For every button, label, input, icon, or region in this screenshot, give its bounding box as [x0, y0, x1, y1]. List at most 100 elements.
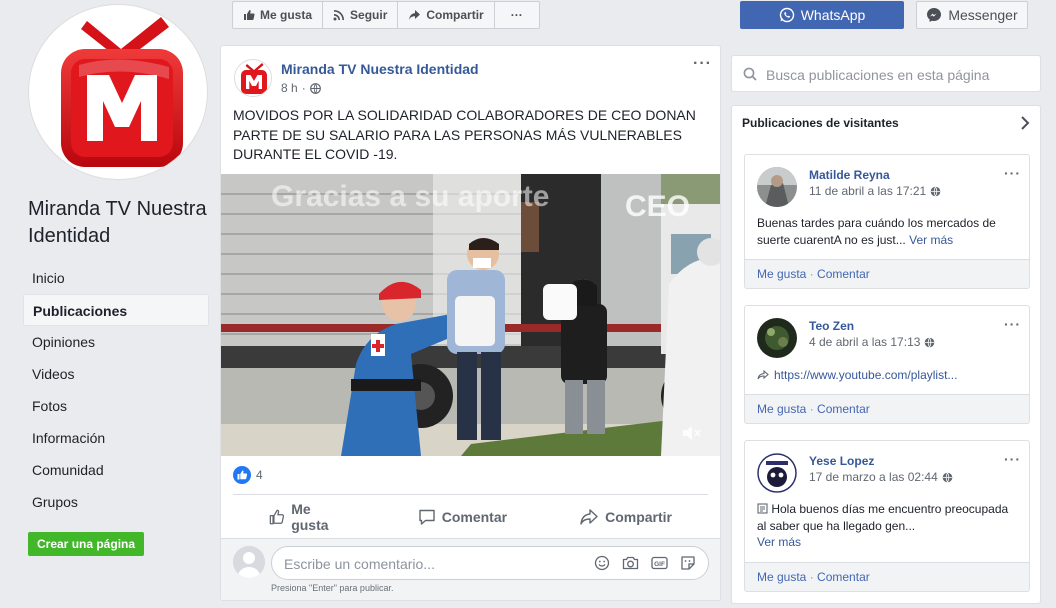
viewer-avatar: [233, 546, 265, 578]
sticker-icon[interactable]: [680, 555, 696, 571]
like-reaction-icon: [233, 466, 251, 484]
post-comment-button[interactable]: Comentar: [382, 501, 543, 533]
globe-icon: [930, 186, 941, 196]
nav-item-comunidad[interactable]: Comunidad: [23, 454, 209, 486]
page-more-button[interactable]: ···: [495, 2, 539, 28]
messenger-button[interactable]: Messenger: [916, 1, 1028, 29]
post-share-button[interactable]: Compartir: [543, 501, 708, 533]
post-reactions[interactable]: 4: [233, 466, 263, 484]
nav-item-opiniones[interactable]: Opiniones: [23, 326, 209, 358]
visitor-avatar[interactable]: [757, 318, 797, 358]
comment-input[interactable]: Escribe un comentario... GIF: [271, 546, 709, 580]
visitor-like-link[interactable]: Me gusta: [757, 402, 806, 416]
comment-enter-hint: Presiona "Enter" para publicar.: [271, 583, 394, 593]
visitor-post-options[interactable]: ···: [1004, 165, 1021, 181]
gif-icon[interactable]: GIF: [651, 555, 668, 571]
visitor-avatar[interactable]: [757, 167, 797, 207]
visitor-post-options[interactable]: ···: [1004, 316, 1021, 332]
visitor-post-body: Buenas tardes para cuándo los mercados d…: [757, 216, 996, 247]
globe-icon: [309, 82, 321, 94]
share-arrow-icon: [409, 10, 421, 20]
nav-item-grupos[interactable]: Grupos: [23, 486, 209, 518]
post-video[interactable]: Gracias a su aporte CEO: [221, 174, 720, 456]
post-like-label: Me gusta: [291, 501, 329, 533]
post-share-label: Compartir: [605, 509, 672, 525]
visitor-time-text: 11 de abril a las 17:21: [809, 184, 927, 198]
whatsapp-button[interactable]: WhatsApp: [740, 1, 904, 29]
avatar-photo-icon: [757, 453, 797, 493]
visitor-like-link[interactable]: Me gusta: [757, 267, 806, 281]
visitor-post: Matilde Reyna 11 de abril a las 17:21 ··…: [744, 154, 1030, 289]
post-like-button[interactable]: Me gusta: [233, 501, 382, 533]
page-share-button[interactable]: Compartir: [398, 2, 495, 28]
globe-icon: [942, 472, 953, 482]
visitor-post-actions: Me gusta · Comentar: [745, 394, 1029, 423]
comment-tools: GIF: [594, 555, 696, 571]
visitor-post-text: Hola buenos días me encuentro preocupada…: [757, 501, 1019, 551]
action-separator: ·: [809, 267, 818, 281]
visitor-post-time[interactable]: 11 de abril a las 17:21: [809, 184, 941, 198]
visitor-name[interactable]: Teo Zen: [809, 319, 854, 333]
action-separator: ·: [809, 402, 818, 416]
globe-icon: [925, 337, 935, 347]
visitor-avatar[interactable]: [757, 453, 797, 493]
visitor-post-time[interactable]: 4 de abril a las 17:13: [809, 335, 935, 349]
messenger-label: Messenger: [948, 7, 1018, 23]
visitor-posts-panel: Publicaciones de visitantes Matilde Reyn…: [731, 105, 1041, 604]
action-separator: ·: [809, 570, 818, 584]
post-author-avatar[interactable]: [234, 59, 272, 97]
nav-item-videos[interactable]: Videos: [23, 358, 209, 390]
thumbs-up-icon: [269, 509, 285, 525]
see-more-link[interactable]: Ver más: [757, 535, 801, 549]
nav-item-fotos[interactable]: Fotos: [23, 390, 209, 422]
visitor-post-link[interactable]: https://www.youtube.com/playlist...: [774, 367, 957, 384]
post-card: Miranda TV Nuestra Identidad 8 h · ··· M…: [220, 45, 721, 601]
post-action-bar: Me gusta Comentar Compartir: [233, 501, 708, 533]
visitor-comment-link[interactable]: Comentar: [817, 402, 870, 416]
create-page-button[interactable]: Crear una página: [28, 532, 145, 556]
nav-item-informacion[interactable]: Información: [23, 422, 209, 454]
page-follow-button[interactable]: Seguir: [323, 2, 399, 28]
visitor-post-text: https://www.youtube.com/playlist...: [757, 367, 1019, 384]
avatar-photo-icon: [757, 167, 797, 207]
share-arrow-icon: [580, 509, 598, 525]
page-search-input[interactable]: Busca publicaciones en esta página: [731, 55, 1041, 92]
messenger-icon: [927, 8, 942, 22]
nav-item-publicaciones[interactable]: Publicaciones: [23, 294, 209, 326]
comment-composer: Escribe un comentario... GIF Presiona "E…: [221, 538, 720, 600]
visitor-post: Teo Zen 4 de abril a las 17:13 ··· https…: [744, 305, 1030, 424]
search-icon: [743, 67, 757, 81]
mute-icon[interactable]: [682, 425, 702, 444]
visitor-post-time[interactable]: 17 de marzo a las 02:44: [809, 470, 953, 484]
emoji-icon[interactable]: [594, 555, 610, 571]
chevron-right-icon[interactable]: [1020, 116, 1030, 133]
page-like-button[interactable]: Me gusta: [233, 2, 324, 28]
page-follow-label: Seguir: [350, 8, 388, 22]
post-timestamp[interactable]: 8 h ·: [281, 81, 321, 95]
nav-item-inicio[interactable]: Inicio: [23, 262, 209, 294]
left-sidebar: Miranda TV Nuestra Identidad Inicio Publ…: [0, 0, 220, 608]
miranda-tv-logo-small: [241, 63, 267, 94]
camera-icon[interactable]: [622, 555, 639, 571]
video-brand-watermark: CEO: [625, 190, 691, 223]
see-more-link[interactable]: Ver más: [909, 233, 953, 247]
visitor-comment-link[interactable]: Comentar: [817, 570, 870, 584]
page-profile-picture[interactable]: [28, 4, 208, 180]
visitor-post-text: Buenas tardes para cuándo los mercados d…: [757, 215, 1019, 248]
visitor-comment-link[interactable]: Comentar: [817, 267, 870, 281]
note-icon: [757, 503, 768, 514]
post-author-name[interactable]: Miranda TV Nuestra Identidad: [281, 61, 479, 77]
post-time-separator: ·: [301, 81, 306, 95]
post-options-button[interactable]: ···: [693, 55, 712, 73]
visitor-posts-title[interactable]: Publicaciones de visitantes: [742, 116, 899, 130]
visitor-name[interactable]: Matilde Reyna: [809, 168, 890, 182]
visitor-name[interactable]: Yese Lopez: [809, 454, 874, 468]
more-dots-icon: ···: [510, 8, 523, 22]
thumbs-up-icon: [244, 10, 255, 20]
visitor-post-options[interactable]: ···: [1004, 451, 1021, 467]
page-action-bar: Me gusta Seguir Compartir ···: [232, 1, 540, 29]
page-nav: Inicio Publicaciones Opiniones Videos Fo…: [23, 262, 209, 518]
visitor-like-link[interactable]: Me gusta: [757, 570, 806, 584]
visitor-post-actions: Me gusta · Comentar: [745, 259, 1029, 288]
page-title: Miranda TV Nuestra Identidad: [28, 198, 207, 247]
